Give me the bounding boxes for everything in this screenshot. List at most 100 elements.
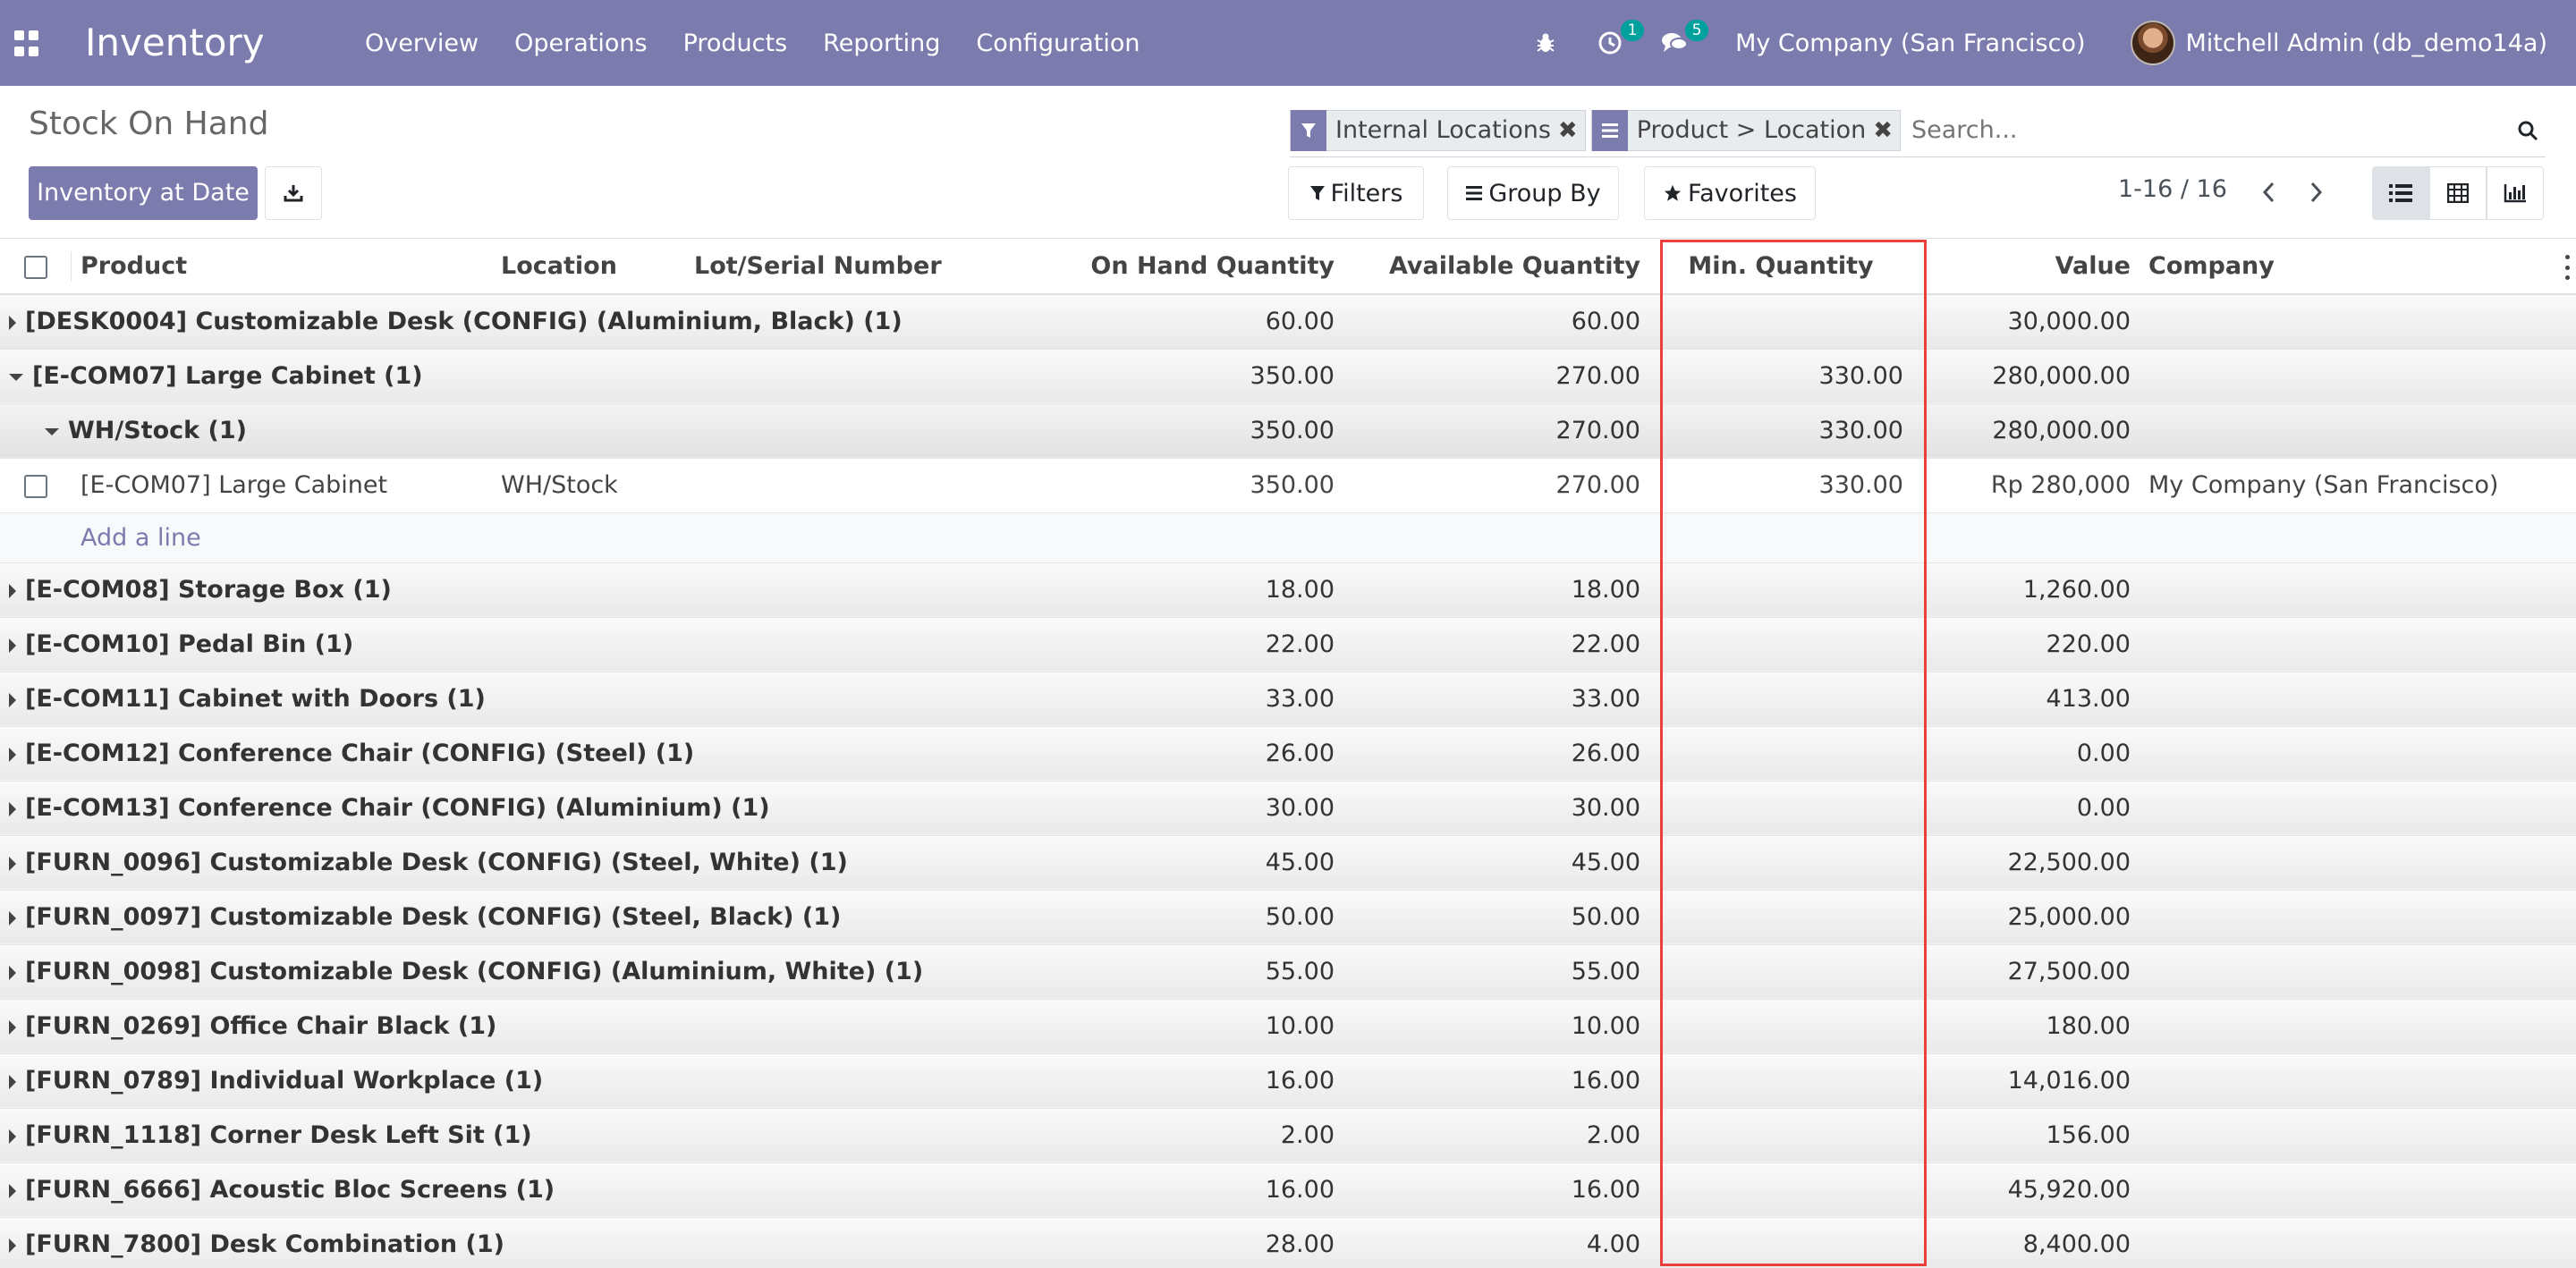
- pager-previous-icon[interactable]: [2250, 170, 2286, 215]
- user-menu[interactable]: Mitchell Admin (db_demo14a): [2186, 30, 2548, 57]
- activity-clock-icon[interactable]: 1: [1594, 20, 1645, 59]
- group-label-cell[interactable]: [E-COM08] Storage Box (1): [0, 562, 1043, 618]
- group-label-cell[interactable]: [E-COM10] Pedal Bin (1): [0, 617, 1043, 672]
- download-button[interactable]: [265, 166, 322, 220]
- group-on-hand: 60.00: [1043, 294, 1343, 350]
- group-label-cell[interactable]: [E-COM13] Conference Chair (CONFIG) (Alu…: [0, 781, 1043, 836]
- group-row[interactable]: [FURN_0096] Customizable Desk (CONFIG) (…: [0, 835, 2576, 891]
- group-label-cell[interactable]: WH/Stock (1): [0, 403, 1043, 459]
- apps-menu-icon[interactable]: [14, 30, 41, 57]
- user-avatar[interactable]: [2130, 21, 2175, 65]
- cell-company[interactable]: My Company (San Francisco): [2140, 458, 2576, 513]
- group-min-quantity: [1649, 562, 1912, 618]
- group-row[interactable]: [FURN_7800] Desk Combination (1) 28.00 4.0…: [0, 1217, 2576, 1268]
- caret-right-icon: [9, 1074, 16, 1089]
- pager-next-icon[interactable]: [2299, 170, 2334, 215]
- group-row[interactable]: [E-COM13] Conference Chair (CONFIG) (Alu…: [0, 781, 2576, 836]
- column-header-available[interactable]: Available Quantity: [1343, 239, 1649, 295]
- favorites-button[interactable]: Favorites: [1644, 166, 1816, 220]
- pager-value[interactable]: 1-16 / 16: [2118, 175, 2227, 203]
- debug-bug-icon[interactable]: [1530, 27, 1562, 59]
- search-icon[interactable]: [2510, 110, 2546, 151]
- group-label: [E-COM07] Large Cabinet (1): [32, 362, 423, 390]
- group-row[interactable]: [E-COM10] Pedal Bin (1) 22.00 22.00 220.00: [0, 617, 2576, 672]
- group-on-hand: 10.00: [1043, 999, 1343, 1054]
- column-header-on-hand[interactable]: On Hand Quantity: [1043, 239, 1343, 295]
- list-view-icon[interactable]: [2372, 166, 2429, 220]
- group-label-cell[interactable]: [FURN_6666] Acoustic Bloc Screens (1): [0, 1162, 1043, 1218]
- table-row[interactable]: [E-COM07] Large Cabinet WH/Stock 350.00 270…: [0, 458, 2576, 513]
- group-row[interactable]: [E-COM07] Large Cabinet (1) 350.00 270.00 3…: [0, 349, 2576, 404]
- group-min-quantity: [1649, 672, 1912, 727]
- menu-configuration[interactable]: Configuration: [976, 30, 1140, 57]
- cell-min-quantity[interactable]: 330.00: [1649, 458, 1912, 513]
- select-all-checkbox[interactable]: [24, 255, 47, 279]
- menu-operations[interactable]: Operations: [514, 30, 647, 57]
- filters-button[interactable]: Filters: [1288, 166, 1424, 220]
- group-min-quantity: [1649, 617, 1912, 672]
- group-row[interactable]: [E-COM12] Conference Chair (CONFIG) (Ste…: [0, 726, 2576, 782]
- cell-available[interactable]: 270.00: [1343, 458, 1649, 513]
- group-row[interactable]: [FURN_0098] Customizable Desk (CONFIG) (…: [0, 944, 2576, 1000]
- group-value: 0.00: [1912, 781, 2140, 836]
- menu-products[interactable]: Products: [683, 30, 788, 57]
- group-value: 156.00: [1912, 1108, 2140, 1163]
- column-header-product[interactable]: Product: [72, 239, 492, 295]
- group-company: [2140, 890, 2576, 945]
- group-label: [FURN_0096] Customizable Desk (CONFIG) (…: [25, 849, 848, 876]
- group-label-cell[interactable]: [FURN_1118] Corner Desk Left Sit (1): [0, 1108, 1043, 1163]
- group-row[interactable]: [E-COM11] Cabinet with Doors (1) 33.00 33.…: [0, 672, 2576, 727]
- remove-facet-icon[interactable]: ✖: [1558, 117, 1585, 144]
- column-header-location[interactable]: Location: [492, 239, 685, 295]
- column-header-value[interactable]: Value: [1912, 239, 2140, 295]
- search-input[interactable]: [1906, 109, 2510, 151]
- group-label-cell[interactable]: [FURN_7800] Desk Combination (1): [0, 1217, 1043, 1268]
- group-row[interactable]: [FURN_6666] Acoustic Bloc Screens (1) 16.…: [0, 1162, 2576, 1218]
- group-row[interactable]: [FURN_0269] Office Chair Black (1) 10.00 1…: [0, 999, 2576, 1054]
- group-label-cell[interactable]: [FURN_0097] Customizable Desk (CONFIG) (…: [0, 890, 1043, 945]
- column-header-min-quantity[interactable]: Min. Quantity: [1649, 239, 1912, 295]
- group-row[interactable]: [FURN_1118] Corner Desk Left Sit (1) 2.00…: [0, 1108, 2576, 1163]
- group-label: [FURN_7800] Desk Combination (1): [25, 1230, 504, 1258]
- search-bar: Internal Locations ✖ Product > Location …: [1290, 104, 2546, 157]
- pivot-view-icon[interactable]: [2429, 166, 2487, 220]
- group-label-cell[interactable]: [FURN_0789] Individual Workplace (1): [0, 1053, 1043, 1109]
- cell-on-hand[interactable]: 350.00: [1043, 458, 1343, 513]
- group-label-cell[interactable]: [FURN_0269] Office Chair Black (1): [0, 999, 1043, 1054]
- group-label-cell[interactable]: [E-COM12] Conference Chair (CONFIG) (Ste…: [0, 726, 1043, 782]
- facet-group-by: Product > Location ✖: [1590, 109, 1901, 151]
- group-row[interactable]: [E-COM08] Storage Box (1) 18.00 18.00 1,260…: [0, 562, 2576, 618]
- menu-overview[interactable]: Overview: [365, 30, 479, 57]
- row-checkbox[interactable]: [24, 474, 47, 498]
- group-company: [2140, 944, 2576, 1000]
- graph-view-icon[interactable]: [2487, 166, 2544, 220]
- group-label-cell[interactable]: [FURN_0096] Customizable Desk (CONFIG) (…: [0, 835, 1043, 891]
- add-line-link[interactable]: Add a line: [80, 524, 201, 552]
- stock-list-view: Product Location Lot/Serial Number On Ha…: [0, 238, 2576, 1268]
- menu-reporting[interactable]: Reporting: [823, 30, 940, 57]
- cell-product[interactable]: [E-COM07] Large Cabinet: [72, 458, 492, 513]
- messages-chat-icon[interactable]: 5: [1658, 20, 1709, 59]
- cell-lot-serial[interactable]: [685, 458, 1043, 513]
- app-title[interactable]: Inventory: [85, 18, 265, 68]
- inventory-at-date-button[interactable]: Inventory at Date: [29, 166, 258, 220]
- optional-columns-icon[interactable]: [2563, 255, 2571, 280]
- group-value: 180.00: [1912, 999, 2140, 1054]
- group-label-cell[interactable]: [E-COM07] Large Cabinet (1): [0, 349, 1043, 404]
- cell-value[interactable]: Rp 280,000: [1912, 458, 2140, 513]
- group-row[interactable]: [DESK0004] Customizable Desk (CONFIG) (A…: [0, 294, 2576, 350]
- column-header-lot-serial[interactable]: Lot/Serial Number: [685, 239, 1043, 295]
- cell-location[interactable]: WH/Stock: [492, 458, 685, 513]
- company-switcher[interactable]: My Company (San Francisco): [1735, 30, 2085, 57]
- group-row[interactable]: [FURN_0789] Individual Workplace (1) 16.0…: [0, 1053, 2576, 1109]
- remove-facet-icon[interactable]: ✖: [1873, 117, 1900, 144]
- group-label-cell[interactable]: [DESK0004] Customizable Desk (CONFIG) (A…: [0, 294, 1043, 350]
- group-label-cell[interactable]: [E-COM11] Cabinet with Doors (1): [0, 672, 1043, 727]
- column-header-company[interactable]: Company: [2140, 239, 2576, 295]
- group-value: 413.00: [1912, 672, 2140, 727]
- group-row[interactable]: [FURN_0097] Customizable Desk (CONFIG) (…: [0, 890, 2576, 945]
- group-label-cell[interactable]: [FURN_0098] Customizable Desk (CONFIG) (…: [0, 944, 1043, 1000]
- group-label: [FURN_6666] Acoustic Bloc Screens (1): [25, 1176, 555, 1204]
- subgroup-row[interactable]: WH/Stock (1) 350.00 270.00 330.00 280,000.00: [0, 403, 2576, 459]
- group-by-button[interactable]: Group By: [1447, 166, 1619, 220]
